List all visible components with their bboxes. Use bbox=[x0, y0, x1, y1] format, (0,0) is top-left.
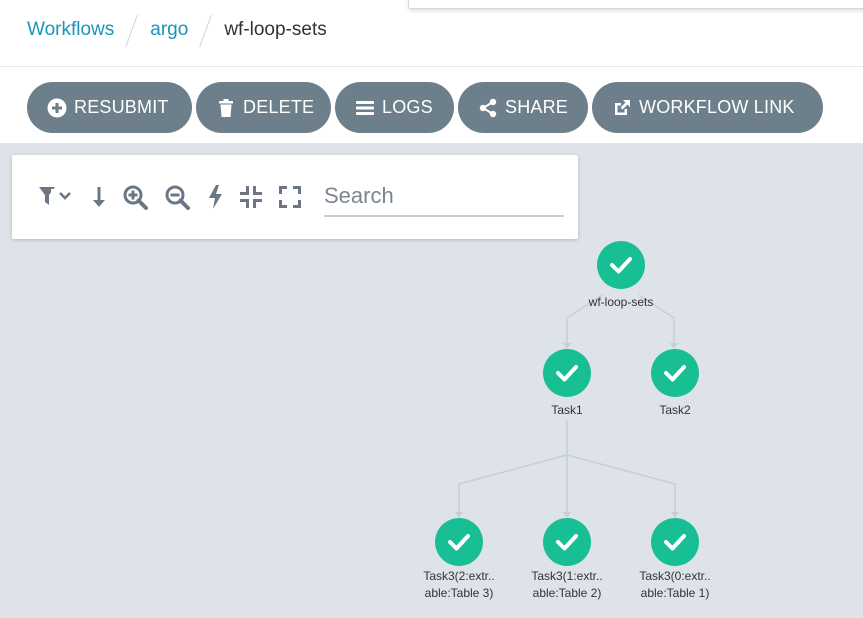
search-field bbox=[324, 179, 564, 217]
node-task1[interactable] bbox=[543, 349, 591, 397]
breadcrumb-separator bbox=[194, 14, 218, 46]
check-icon bbox=[664, 534, 686, 551]
node-task2[interactable] bbox=[651, 349, 699, 397]
node-label-line: Task3(1:extr.. bbox=[531, 569, 603, 583]
workflow-link-label: WORKFLOW LINK bbox=[639, 97, 795, 117]
resubmit-label: RESUBMIT bbox=[74, 97, 169, 117]
logs-button[interactable]: LOGS bbox=[335, 82, 454, 133]
zoom-in-icon[interactable] bbox=[121, 183, 149, 211]
breadcrumb-separator bbox=[120, 14, 144, 46]
node-label-line: able:Table 1) bbox=[640, 586, 710, 600]
node-task3-2-label: Task3(2:extr.. able:Table 3) bbox=[409, 568, 509, 602]
check-icon bbox=[448, 534, 470, 551]
check-icon bbox=[610, 257, 632, 274]
node-label-line: Task3(2:extr.. bbox=[423, 569, 495, 583]
bolt-icon[interactable] bbox=[205, 183, 225, 211]
delete-button[interactable]: DELETE bbox=[196, 82, 331, 133]
share-icon bbox=[478, 98, 498, 118]
node-task3-2[interactable] bbox=[435, 518, 483, 566]
external-link-icon bbox=[612, 98, 632, 118]
workflow-link-button[interactable]: WORKFLOW LINK bbox=[592, 82, 823, 133]
logs-label: LOGS bbox=[382, 97, 433, 117]
node-root-label: wf-loop-sets bbox=[588, 295, 654, 309]
node-task3-1[interactable] bbox=[543, 518, 591, 566]
delete-label: DELETE bbox=[243, 97, 315, 117]
workflow-actions-toolbar: RESUBMIT DELETE LOGS SHARE WORKFLOW LINK bbox=[27, 82, 823, 133]
expand-icon[interactable] bbox=[277, 183, 303, 211]
node-label-line: able:Table 2) bbox=[532, 586, 602, 600]
dropdown-popup-edge bbox=[408, 0, 863, 9]
node-task3-0[interactable] bbox=[651, 518, 699, 566]
filter-dropdown-icon[interactable] bbox=[38, 183, 76, 211]
share-button[interactable]: SHARE bbox=[458, 82, 588, 133]
resubmit-button[interactable]: RESUBMIT bbox=[27, 82, 192, 133]
node-task1-label: Task1 bbox=[551, 403, 583, 417]
breadcrumb: Workflows argo wf-loop-sets bbox=[27, 14, 327, 46]
check-icon bbox=[664, 365, 686, 382]
node-root[interactable] bbox=[597, 241, 645, 289]
node-task2-label: Task2 bbox=[659, 403, 691, 417]
graph-options-panel bbox=[12, 155, 578, 239]
bars-icon bbox=[355, 98, 375, 118]
node-task3-1-label: Task3(1:extr.. able:Table 2) bbox=[517, 568, 617, 602]
node-label-line: Task3(0:extr.. bbox=[639, 569, 711, 583]
plus-circle-icon bbox=[47, 98, 67, 118]
page-title: wf-loop-sets bbox=[224, 19, 327, 40]
node-task3-0-label: Task3(0:extr.. able:Table 1) bbox=[625, 568, 725, 602]
breadcrumb-namespace-link[interactable]: argo bbox=[150, 19, 188, 41]
share-label: SHARE bbox=[505, 97, 569, 117]
header-divider bbox=[0, 66, 863, 67]
node-label-line: able:Table 3) bbox=[424, 586, 494, 600]
compress-icon[interactable] bbox=[238, 183, 264, 211]
check-icon bbox=[556, 534, 578, 551]
check-icon bbox=[556, 365, 578, 382]
breadcrumb-workflows-link[interactable]: Workflows bbox=[27, 19, 114, 41]
search-input[interactable] bbox=[324, 179, 564, 213]
trash-icon bbox=[216, 98, 236, 118]
zoom-out-icon[interactable] bbox=[163, 183, 191, 211]
arrow-down-icon[interactable] bbox=[90, 183, 108, 211]
